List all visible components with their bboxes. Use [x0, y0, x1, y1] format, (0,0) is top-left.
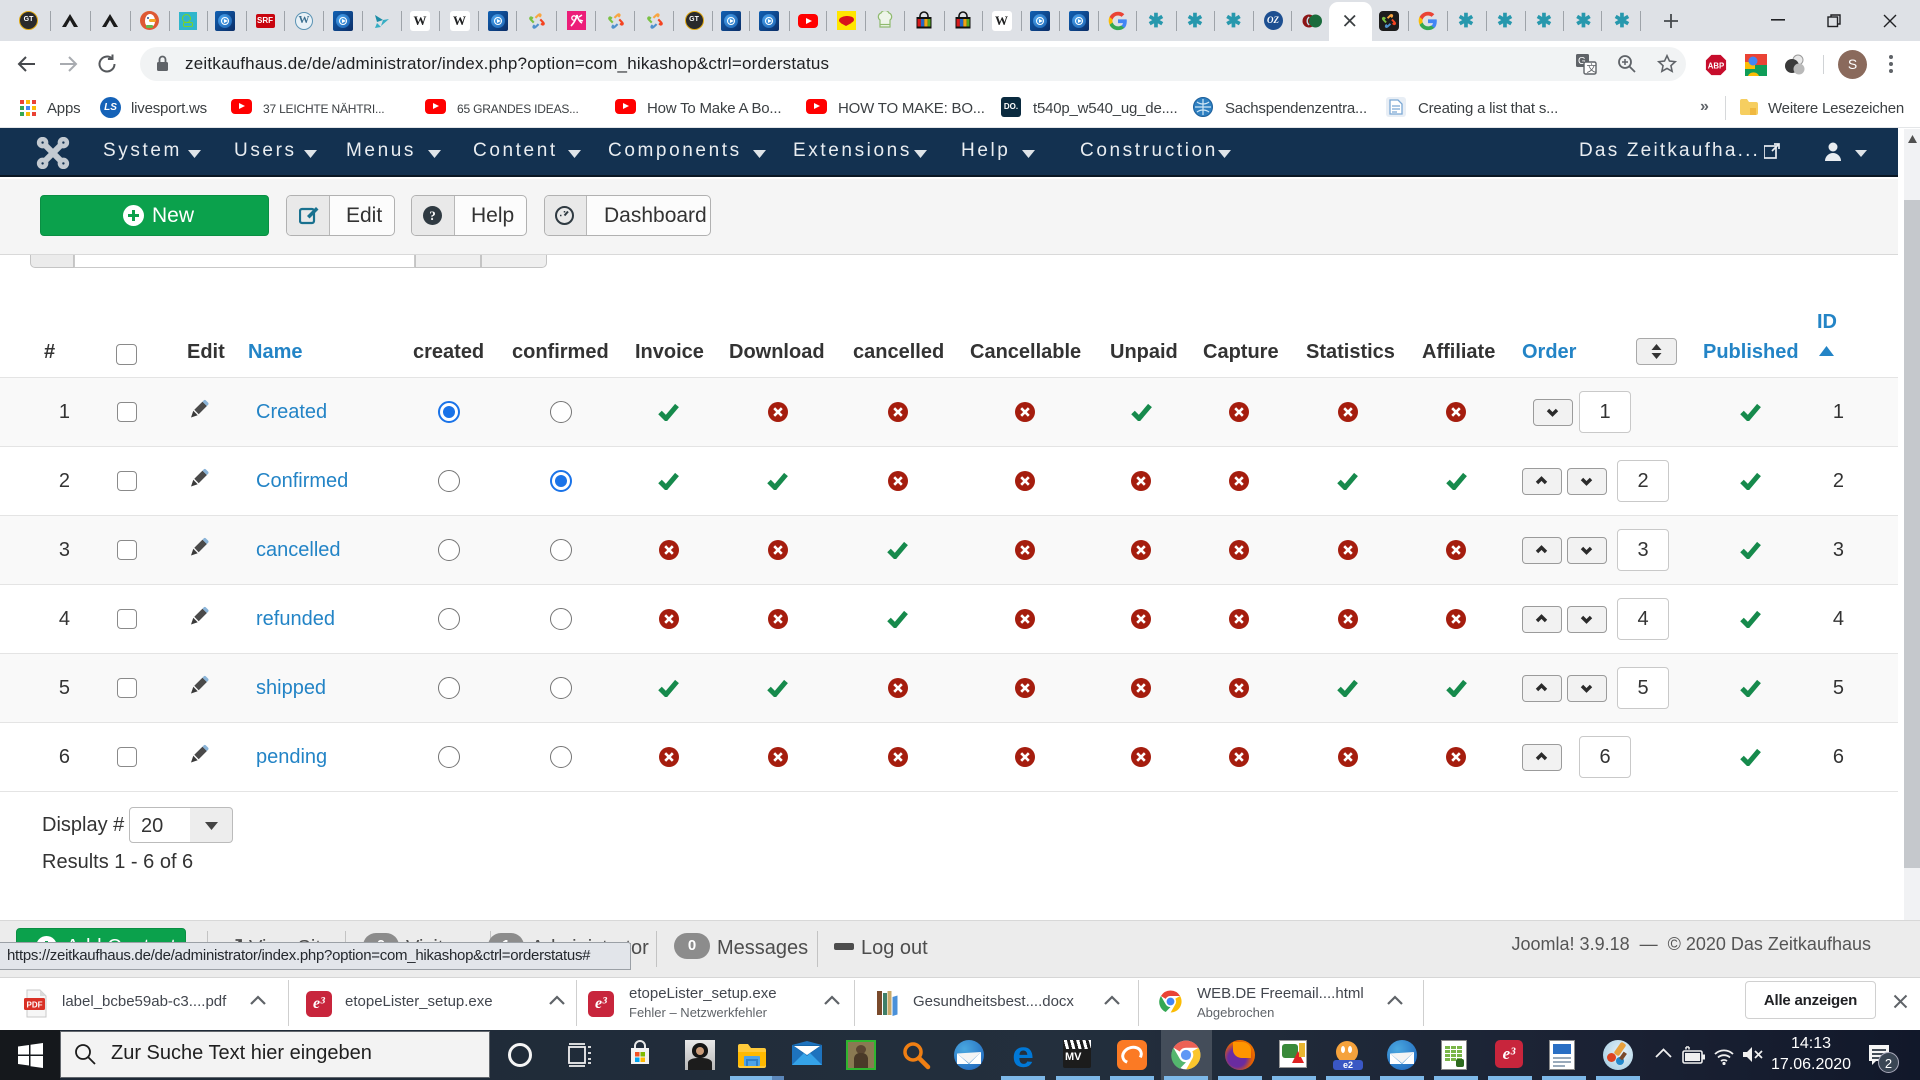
svg-text:PDF: PDF	[27, 1000, 43, 1009]
svg-text:文: 文	[1587, 62, 1597, 75]
svg-text:?: ?	[429, 208, 436, 223]
svg-text:ABP: ABP	[1708, 62, 1724, 71]
